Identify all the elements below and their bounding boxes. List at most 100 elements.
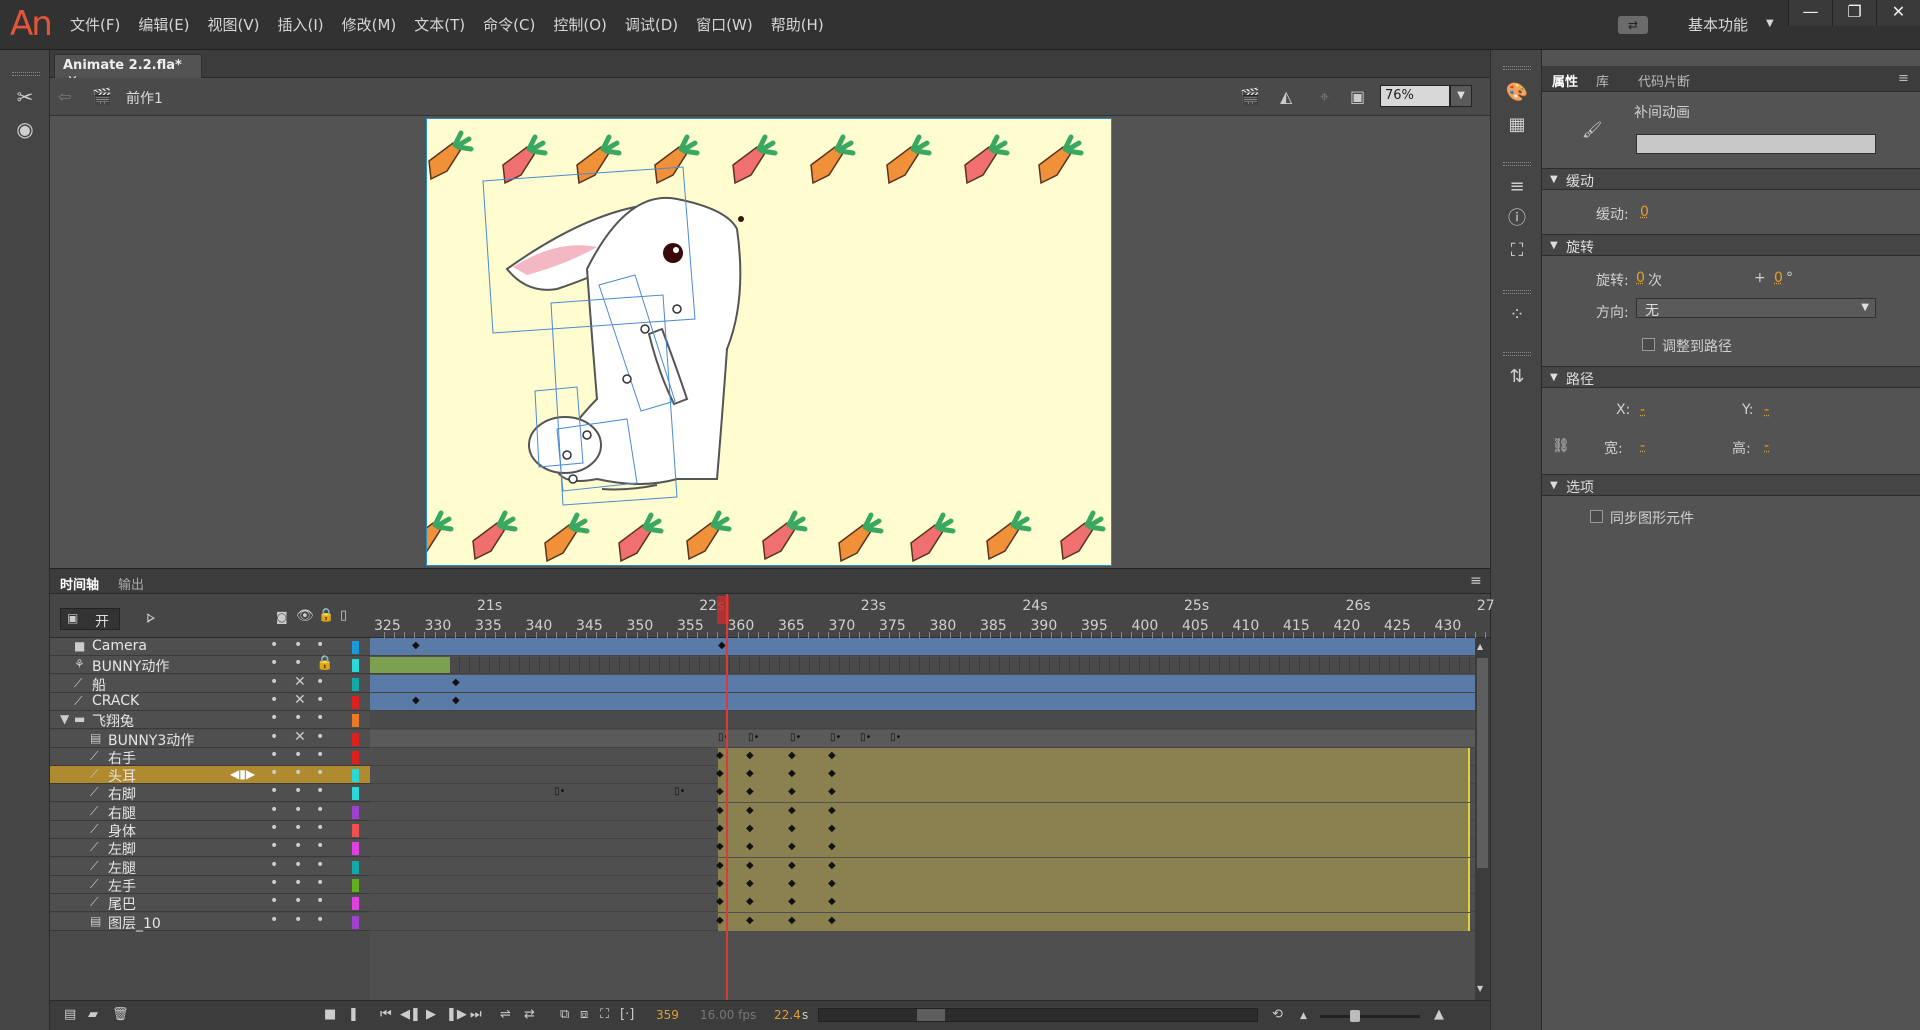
property-keyframe[interactable]: ◆ <box>746 860 754 871</box>
layer-name[interactable]: 右脚 <box>108 784 136 804</box>
x-value[interactable]: - <box>1640 402 1645 418</box>
camera-toggle-dot[interactable]: • <box>270 875 278 891</box>
frame-row[interactable]: ◆ ◆ ◆ ◆ <box>370 875 1475 894</box>
visibility-dot[interactable]: • <box>294 655 302 671</box>
fps[interactable]: 16.00 fps <box>700 1008 756 1022</box>
zoom-input[interactable]: 76% <box>1380 85 1450 107</box>
camera-toggle-dot[interactable]: • <box>270 655 278 671</box>
layer-outline-color[interactable] <box>352 677 359 691</box>
property-keyframe[interactable]: ◆ <box>788 841 796 852</box>
layer-outline-color[interactable] <box>352 842 359 856</box>
tools-icon[interactable]: ✂ <box>12 84 38 110</box>
edit-scene-icon[interactable]: 🎬 <box>1240 87 1260 106</box>
restore-button[interactable]: ❐ <box>1832 0 1876 26</box>
sync-settings-icon[interactable]: ⇄ <box>1618 16 1648 34</box>
sync-symbols-checkbox[interactable] <box>1590 510 1603 523</box>
property-keyframe[interactable]: ◆ <box>716 750 724 761</box>
instance-name-input[interactable] <box>1636 134 1876 154</box>
camera-toggle-dot[interactable]: • <box>270 783 278 799</box>
layer-row[interactable]: ⟋ 船 • ✕ • <box>50 674 370 694</box>
camera-toggle-dot[interactable]: • <box>270 838 278 854</box>
camera-toggle-dot[interactable]: • <box>270 674 278 690</box>
frame-grid[interactable]: ◆ ◆ ◆ ◆ ◆ ▯• ▯• ▯• ▯• ▯• ▯• ◆ ◆ ◆ ◆ ◆ ◆ ◆ ◆ ◆ ◆ ◆ ◆ ▯• ▯• ◆ ◆ ◆ ◆ ◆ ◆ ◆… <box>370 638 1475 1000</box>
layer-name[interactable]: Camera <box>92 638 147 654</box>
loop-icon[interactable]: ⇌ <box>500 1007 511 1022</box>
property-keyframe[interactable]: ◆ <box>828 841 836 852</box>
property-keyframe[interactable]: ◆ <box>716 786 724 797</box>
menu-modify[interactable]: 修改(M) <box>342 14 397 35</box>
first-frame-icon[interactable]: ⏮ <box>380 1007 392 1022</box>
layer-row[interactable]: ⟋ 尾巴 • • • <box>50 893 370 914</box>
layer-row[interactable]: ⟋ 左脚 • • • <box>50 838 370 858</box>
current-frame[interactable]: 359 <box>656 1008 679 1022</box>
y-value[interactable]: - <box>1764 402 1769 418</box>
components-icon[interactable]: ⁘ <box>1504 302 1530 328</box>
property-keyframe[interactable]: ◆ <box>716 823 724 834</box>
section-options[interactable]: ▼ 选项 <box>1542 474 1920 496</box>
rotate-times-value[interactable]: 0 <box>1636 270 1645 286</box>
property-keyframe[interactable]: ◆ <box>788 878 796 889</box>
layer-name[interactable]: 头耳 <box>108 766 136 786</box>
visibility-dot[interactable]: • <box>294 912 302 928</box>
keyframe[interactable]: ▯• <box>674 786 685 797</box>
back-arrow-icon[interactable]: ⇦ <box>58 87 71 106</box>
elapsed-time[interactable]: 22.4 <box>774 1008 801 1022</box>
visibility-dot[interactable]: • <box>294 765 302 781</box>
layer-row[interactable]: ⟋ 左腿 • • • <box>50 857 370 878</box>
property-keyframe[interactable]: ◆ <box>746 823 754 834</box>
camera-toggle-dot[interactable]: • <box>270 765 278 781</box>
layer-name[interactable]: 尾巴 <box>108 894 136 914</box>
layer-name[interactable]: 右腿 <box>108 803 136 823</box>
frame-row[interactable] <box>370 656 1475 675</box>
tab-timeline[interactable]: 时间轴 <box>60 574 99 593</box>
lock-dot[interactable]: • <box>316 875 324 891</box>
hscroll-thumb[interactable] <box>917 1009 945 1021</box>
keyframe[interactable]: ▯• <box>748 732 759 743</box>
next-frame-icon[interactable]: ❚▶ <box>446 1007 467 1022</box>
graph-icon[interactable]: ⦠ <box>146 608 155 626</box>
layer-row[interactable]: ⟋ 左手 • • • <box>50 875 370 896</box>
layer-row[interactable]: ⟋ 右腿 • • • <box>50 802 370 823</box>
keyframe[interactable]: ▯• <box>890 732 901 743</box>
property-keyframe[interactable]: ◆ <box>788 823 796 834</box>
menu-text[interactable]: 文本(T) <box>414 14 465 35</box>
layer-name[interactable]: 左手 <box>108 876 136 896</box>
document-tab[interactable]: Animate 2.2.fla* × <box>54 54 202 88</box>
frame-row[interactable]: ◆ ◆ ◆ ◆ <box>370 857 1475 876</box>
property-keyframe[interactable]: ◆ <box>828 786 836 797</box>
chevron-down-icon[interactable]: ▼ <box>1766 18 1774 29</box>
layer-outline-color[interactable] <box>352 714 359 728</box>
panel-grip[interactable] <box>1503 162 1531 166</box>
property-keyframe[interactable]: ◆ <box>412 640 420 651</box>
panel-menu-icon[interactable]: ≡ <box>1898 71 1909 86</box>
visibility-dot[interactable]: • <box>294 875 302 891</box>
camera-toggle-dot[interactable]: • <box>270 747 278 763</box>
edit-symbol-icon[interactable]: ◭ <box>1280 87 1292 106</box>
keyframe[interactable]: ▯• <box>830 732 841 743</box>
property-keyframe[interactable]: ◆ <box>716 841 724 852</box>
property-keyframe[interactable]: ◆ <box>788 860 796 871</box>
lock-dot[interactable]: • <box>316 729 324 745</box>
property-keyframe[interactable]: ◆ <box>746 915 754 926</box>
folder-expand-icon[interactable]: ▼ <box>60 712 69 726</box>
camera-toggle-dot[interactable]: • <box>270 637 278 653</box>
frame-size-slider-thumb[interactable] <box>1350 1010 1360 1022</box>
empty-frames[interactable] <box>450 657 1475 674</box>
layer-row[interactable]: ⟋ 右手 • • • <box>50 747 370 767</box>
section-rotate[interactable]: ▼ 旋转 <box>1542 234 1920 256</box>
camera-toggle-dot[interactable]: • <box>270 692 278 708</box>
lock-dot[interactable]: • <box>316 820 324 836</box>
menu-help[interactable]: 帮助(H) <box>771 14 824 35</box>
camera-toggle-dot[interactable]: • <box>270 710 278 726</box>
hidden-x-icon[interactable]: ✕ <box>294 674 306 690</box>
property-keyframe[interactable]: ◆ <box>746 750 754 761</box>
lock-dot[interactable]: • <box>316 912 324 928</box>
ease-value[interactable]: 0 <box>1640 204 1649 220</box>
add-camera-icon[interactable]: ■ <box>324 1007 336 1022</box>
visibility-dot[interactable]: • <box>294 838 302 854</box>
layer-name[interactable]: 左腿 <box>108 858 136 878</box>
timeline-vertical-scrollbar[interactable]: ▲ ▼ <box>1475 638 1490 1000</box>
frame-row[interactable] <box>370 711 1475 730</box>
timeline-ruler[interactable]: 21s 22s 23s 24s 25s 26s 27 325 330 335 340 345 350 35… <box>370 594 1495 638</box>
orient-to-path-checkbox[interactable] <box>1642 338 1655 351</box>
